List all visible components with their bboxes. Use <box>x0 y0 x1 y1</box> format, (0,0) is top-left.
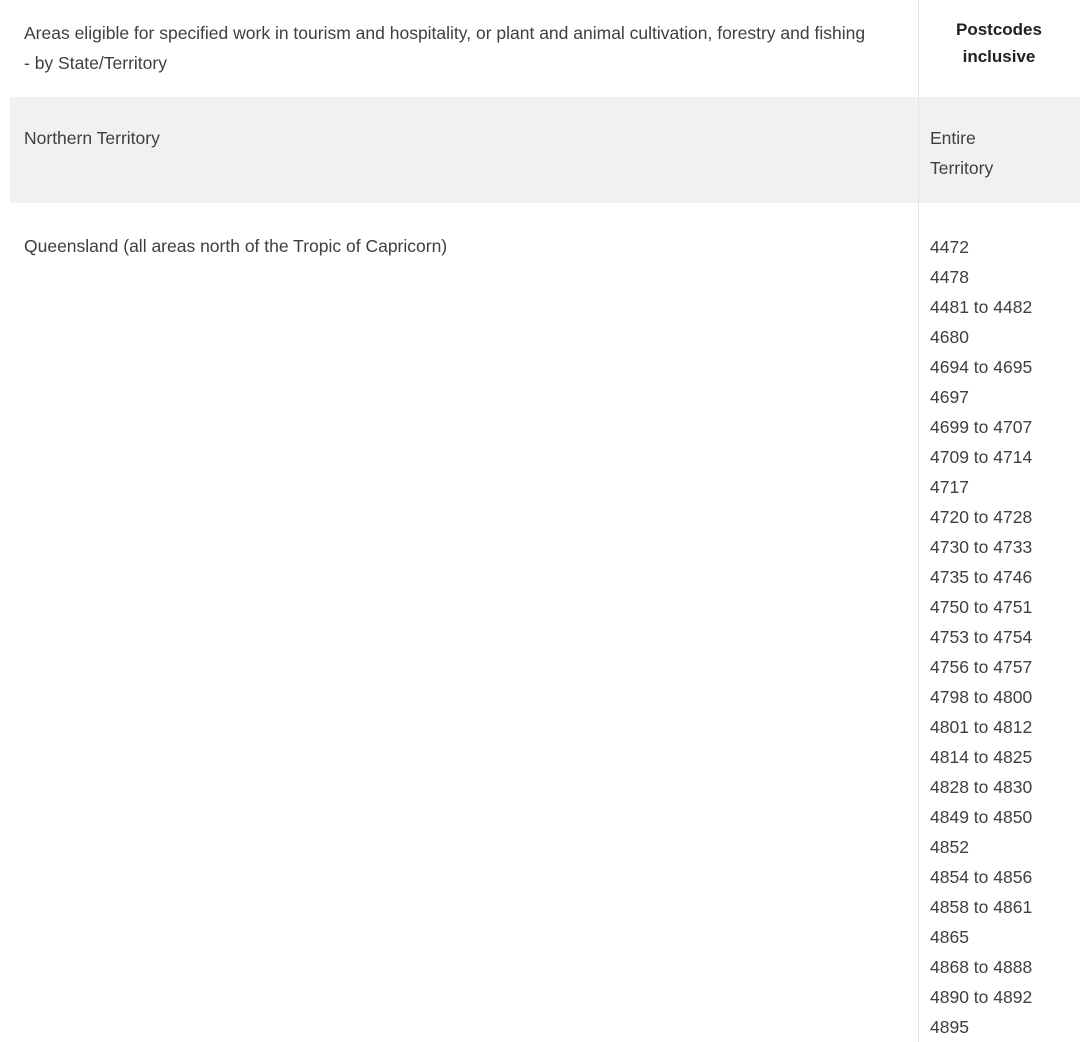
list-item: 4801 to 4812 <box>930 717 1033 737</box>
column-divider <box>918 0 919 1042</box>
list-item: 4814 to 4825 <box>930 747 1033 767</box>
list-item: 4753 to 4754 <box>930 627 1033 647</box>
header-postcodes-cell: Postcodes inclusive <box>918 0 1080 97</box>
list-item: Territory <box>930 158 994 178</box>
list-item: 4717 <box>930 477 969 497</box>
list-item: 4890 to 4892 <box>930 987 1033 1007</box>
list-item: 4750 to 4751 <box>930 597 1033 617</box>
postcodes-column-header-line1: Postcodes <box>956 20 1042 39</box>
postcodes-cell: 4472 4478 4481 to 4482 4680 4694 to 4695 4697… <box>918 203 1080 1042</box>
state-name-label: Northern Territory <box>24 128 160 148</box>
list-item: 4730 to 4733 <box>930 537 1033 557</box>
postcodes-cell: Entire Territory <box>918 97 1080 203</box>
list-item: 4858 to 4861 <box>930 897 1033 917</box>
list-item: Entire <box>930 128 976 148</box>
list-item: 4720 to 4728 <box>930 507 1033 527</box>
list-item: 4868 to 4888 <box>930 957 1033 977</box>
list-item: 4697 <box>930 387 969 407</box>
postcode-list: Entire Territory <box>930 123 1068 183</box>
list-item: 4798 to 4800 <box>930 687 1033 707</box>
header-description-cell: Areas eligible for specified work in tou… <box>0 0 918 97</box>
list-item: 4694 to 4695 <box>930 357 1033 377</box>
postcode-list: 4472 4478 4481 to 4482 4680 4694 to 4695 4697… <box>930 232 1068 1042</box>
page-title: Areas eligible for specified work in tou… <box>24 23 866 73</box>
list-item: 4854 to 4856 <box>930 867 1033 887</box>
list-item: 4828 to 4830 <box>930 777 1033 797</box>
eligible-areas-table: Areas eligible for specified work in tou… <box>0 0 1080 1042</box>
list-item: 4680 <box>930 327 969 347</box>
list-item: 4699 to 4707 <box>930 417 1033 437</box>
state-name-label: Queensland (all areas north of the Tropi… <box>24 236 448 256</box>
list-item: 4849 to 4850 <box>930 807 1033 827</box>
list-item: 4478 <box>930 267 969 287</box>
list-item: 4709 to 4714 <box>930 447 1033 467</box>
list-item: 4756 to 4757 <box>930 657 1033 677</box>
list-item: 4865 <box>930 927 969 947</box>
list-item: 4472 <box>930 237 969 257</box>
state-name-cell: Queensland (all areas north of the Tropi… <box>0 203 918 1042</box>
list-item: 4481 to 4482 <box>930 297 1033 317</box>
state-name-cell: Northern Territory <box>10 97 918 203</box>
list-item: 4852 <box>930 837 969 857</box>
postcodes-column-header-line2: inclusive <box>962 47 1036 66</box>
list-item: 4735 to 4746 <box>930 567 1033 587</box>
